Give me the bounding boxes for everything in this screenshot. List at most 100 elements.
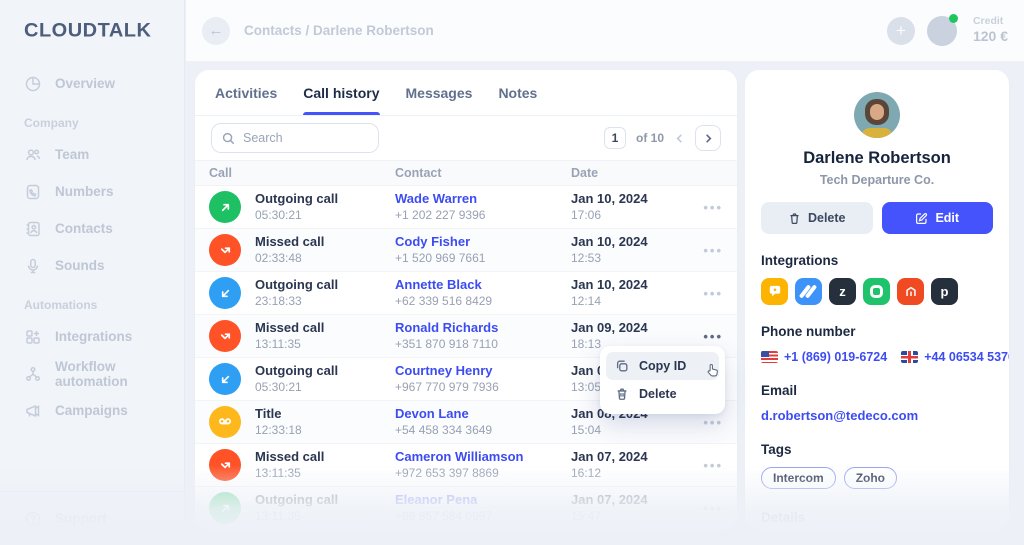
sidebar-item-integrations[interactable]: Integrations bbox=[0, 318, 184, 355]
outgoing-call-icon bbox=[209, 492, 241, 524]
row-menu-icon[interactable] bbox=[689, 329, 723, 344]
sidebar-item-support[interactable]: Support bbox=[0, 500, 184, 537]
row-menu-icon[interactable] bbox=[689, 286, 723, 301]
contact-name-link[interactable]: Cameron Williamson bbox=[395, 449, 571, 466]
row-menu-icon[interactable] bbox=[689, 458, 723, 473]
contact-name-link[interactable]: Cody Fisher bbox=[395, 234, 571, 251]
phone-number-us[interactable]: +1 (869) 019-6724 bbox=[761, 350, 887, 364]
contact-name-link[interactable]: Eleanor Pena bbox=[395, 492, 571, 509]
details-title: Details bbox=[761, 510, 806, 525]
tab-messages[interactable]: Messages bbox=[406, 70, 473, 115]
helpscout-icon[interactable] bbox=[795, 278, 822, 305]
context-menu-delete[interactable]: Delete bbox=[606, 380, 719, 408]
shopify-icon[interactable] bbox=[863, 278, 890, 305]
sidebar-item-contacts[interactable]: Contacts bbox=[0, 210, 184, 247]
back-button[interactable]: ← bbox=[202, 16, 230, 45]
contact-phone: +972 653 397 8869 bbox=[395, 465, 499, 480]
call-type: Outgoing call bbox=[255, 362, 339, 378]
call-duration: 13:11:35 bbox=[255, 336, 301, 351]
pipedrive-icon[interactable]: p bbox=[931, 278, 958, 305]
question-circle-icon bbox=[24, 510, 42, 528]
contact-phone: +967 770 979 7936 bbox=[395, 379, 499, 394]
context-menu-item-label: Delete bbox=[639, 387, 677, 401]
contact-name-link[interactable]: Courtney Henry bbox=[395, 363, 571, 380]
sidebar-item-label: Numbers bbox=[55, 184, 114, 199]
address-book-icon bbox=[24, 220, 42, 238]
previous-page-icon[interactable] bbox=[674, 133, 685, 144]
hand-cursor-icon bbox=[704, 362, 721, 379]
search-box[interactable] bbox=[211, 123, 379, 153]
row-menu-icon[interactable] bbox=[689, 415, 723, 430]
call-date: Jan 10, 2024 bbox=[571, 276, 648, 292]
call-type: Missed call bbox=[255, 319, 325, 335]
missed-call-icon bbox=[209, 449, 241, 481]
row-menu-icon[interactable] bbox=[689, 243, 723, 258]
call-type: Outgoing call bbox=[255, 491, 339, 507]
sidebar-item-workflow-automation[interactable]: Workflow automation bbox=[0, 355, 184, 392]
column-header-contact: Contact bbox=[395, 166, 442, 180]
voicemail-icon bbox=[209, 406, 241, 438]
contact-name-link[interactable]: Wade Warren bbox=[395, 191, 571, 208]
edit-contact-button[interactable]: Edit bbox=[881, 202, 993, 234]
phone-number-title: Phone number bbox=[761, 324, 856, 339]
row-menu-icon[interactable] bbox=[689, 200, 723, 215]
contact-name-link[interactable]: Annette Black bbox=[395, 277, 571, 294]
trash-icon bbox=[615, 387, 629, 401]
integrations-row: z p bbox=[761, 278, 993, 305]
credit-balance: Credit 120 € bbox=[973, 15, 1008, 46]
contact-name: Darlene Robertson bbox=[803, 149, 951, 167]
sidebar-item-sounds[interactable]: Sounds bbox=[0, 247, 184, 284]
contact-name-link[interactable]: Devon Lane bbox=[395, 406, 571, 423]
tab-activities[interactable]: Activities bbox=[215, 70, 277, 115]
incoming-call-icon bbox=[209, 277, 241, 309]
topbar: ← Contacts / Darlene Robertson + Credit … bbox=[186, 0, 1024, 62]
call-time: 12:53 bbox=[571, 250, 602, 265]
table-row[interactable]: Missed call 13:11:35 Cameron Williamson +9… bbox=[195, 444, 737, 487]
sidebar-item-numbers[interactable]: Numbers bbox=[0, 173, 184, 210]
context-menu-copy-id[interactable]: Copy ID bbox=[606, 352, 719, 380]
column-header-call: Call bbox=[209, 166, 232, 180]
call-duration: 13:11:35 bbox=[255, 465, 301, 480]
search-icon bbox=[222, 132, 235, 145]
phone-number-uk[interactable]: +44 06534 537009 bbox=[901, 350, 1009, 364]
sidebar-section-company: Company bbox=[24, 116, 79, 130]
add-button[interactable]: + bbox=[886, 16, 915, 45]
sidebar-item-team[interactable]: Team bbox=[0, 136, 184, 173]
email-title: Email bbox=[761, 383, 798, 398]
megaphone-icon bbox=[24, 402, 42, 420]
breadcrumb: Contacts / Darlene Robertson bbox=[244, 23, 434, 38]
call-date: Jan 09, 2024 bbox=[571, 319, 648, 335]
call-date: Jan 10, 2024 bbox=[571, 190, 648, 206]
page-number-box[interactable]: 1 bbox=[603, 127, 626, 149]
integrations-title: Integrations bbox=[761, 253, 839, 268]
magento-icon[interactable] bbox=[897, 278, 924, 305]
row-menu-icon[interactable] bbox=[689, 501, 723, 516]
zendesk-icon[interactable]: z bbox=[829, 278, 856, 305]
call-type: Outgoing call bbox=[255, 276, 339, 292]
call-duration: 05:30:21 bbox=[255, 207, 302, 222]
tab-bar: Activities Call history Messages Notes bbox=[195, 70, 737, 116]
table-row[interactable]: Outgoing call 05:30:21 Wade Warren +1 202 … bbox=[195, 186, 737, 229]
table-row[interactable]: Outgoing call 23:18:33 Annette Black +62 3… bbox=[195, 272, 737, 315]
delete-contact-button[interactable]: Delete bbox=[761, 202, 873, 234]
call-type: Missed call bbox=[255, 448, 325, 464]
sidebar-item-campaigns[interactable]: Campaigns bbox=[0, 392, 184, 429]
table-row[interactable]: Missed call 02:33:48 Cody Fisher +1 520 96… bbox=[195, 229, 737, 272]
contact-avatar bbox=[854, 92, 900, 138]
column-header-date: Date bbox=[571, 166, 599, 180]
table-row[interactable]: Outgoing call 13:11:35 Eleanor Pena +86 85… bbox=[195, 487, 737, 530]
phone-number-value: +44 06534 537009 bbox=[924, 350, 1009, 364]
sidebar-item-overview[interactable]: Overview bbox=[0, 65, 184, 102]
search-input[interactable] bbox=[243, 131, 368, 145]
tag-intercom[interactable]: Intercom bbox=[761, 467, 836, 489]
tag-zoho[interactable]: Zoho bbox=[843, 467, 898, 489]
contact-name-link[interactable]: Ronald Richards bbox=[395, 320, 571, 337]
email-link[interactable]: d.robertson@tedeco.com bbox=[761, 408, 993, 423]
livechat-icon[interactable] bbox=[761, 278, 788, 305]
user-avatar[interactable] bbox=[926, 13, 958, 46]
next-page-button[interactable] bbox=[695, 125, 721, 151]
grid-plus-icon bbox=[24, 328, 42, 346]
call-time: 16:12 bbox=[571, 465, 602, 480]
tab-notes[interactable]: Notes bbox=[498, 70, 537, 115]
tab-call-history[interactable]: Call history bbox=[303, 70, 380, 115]
